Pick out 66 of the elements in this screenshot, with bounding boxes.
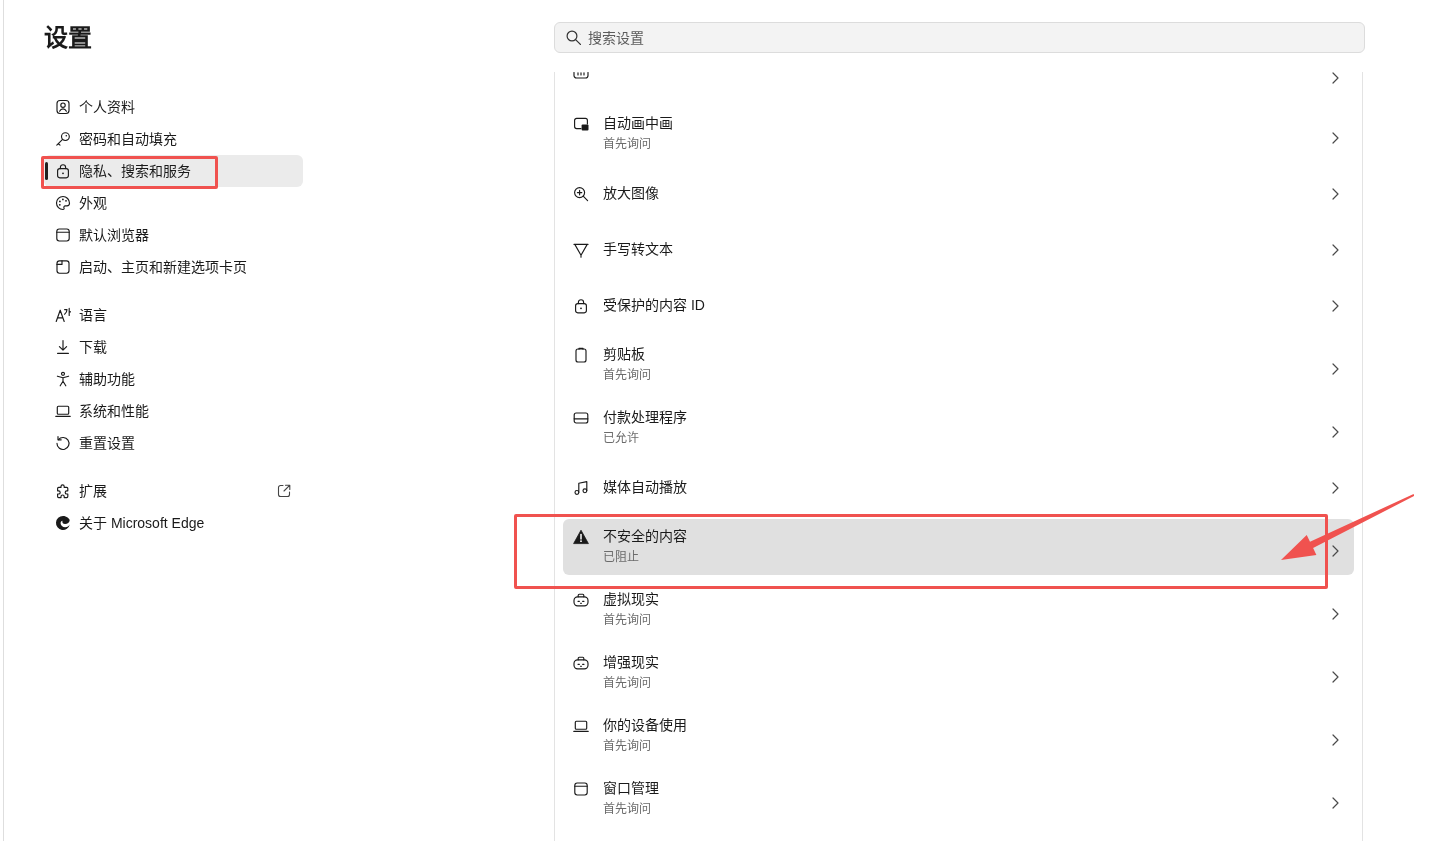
key-icon <box>55 131 71 147</box>
chevron-right-icon <box>1332 132 1339 144</box>
chevron-right-icon <box>1332 187 1339 200</box>
permission-row[interactable]: 不安全的内容 已阻止 <box>563 519 1354 575</box>
warning-icon <box>573 528 589 545</box>
clipboard-icon <box>573 346 589 363</box>
permission-row[interactable]: 媒体自动播放 <box>563 463 1354 512</box>
picture-in-picture-icon <box>573 115 589 132</box>
chevron-right-icon <box>1332 363 1339 375</box>
tab-page-icon <box>55 259 71 275</box>
card-icon <box>573 409 589 426</box>
nav-item[interactable]: 下载 <box>44 331 303 363</box>
nav-item[interactable]: 密码和自动填充 <box>44 123 303 155</box>
chevron-right-icon <box>1332 797 1339 809</box>
puzzle-icon <box>55 483 71 499</box>
permission-row[interactable]: 增强现实 首先询问 <box>563 645 1354 701</box>
nav-item[interactable]: 辅助功能 <box>44 363 303 395</box>
nav-item[interactable]: 外观 <box>44 187 303 219</box>
chevron-right-icon <box>1332 72 1339 84</box>
permission-row[interactable]: 你的设备使用 首先询问 <box>563 708 1354 764</box>
language-icon <box>55 307 71 323</box>
nav-item[interactable]: 个人资料 <box>44 91 303 123</box>
profile-icon <box>55 99 71 115</box>
permission-row[interactable]: 受保护的内容 ID <box>563 281 1354 330</box>
swirl-logo-icon <box>55 515 71 531</box>
chevron-right-icon <box>1332 243 1339 256</box>
reset-icon <box>55 435 71 451</box>
permission-row[interactable]: 手写转文本 <box>563 225 1354 274</box>
search-field[interactable]: 搜索设置 <box>554 22 1365 53</box>
permission-row[interactable]: 剪贴板 首先询问 <box>563 337 1354 393</box>
lock-icon <box>573 297 589 314</box>
headset-icon <box>573 654 589 671</box>
headset-icon <box>573 591 589 608</box>
music-note-icon <box>573 479 589 496</box>
nav-item[interactable]: 扩展 <box>44 475 303 507</box>
chevron-right-icon <box>1332 734 1339 746</box>
accessibility-icon <box>55 371 71 387</box>
permission-row[interactable]: 自动画中画 首先询问 <box>563 106 1354 162</box>
chevron-right-icon <box>1332 608 1339 620</box>
nav-item[interactable]: 关于 Microsoft Edge <box>44 507 303 539</box>
window-icon <box>573 780 589 797</box>
nav-item[interactable]: 隐私、搜索和服务 <box>44 155 303 187</box>
permission-row[interactable]: 虚拟现实 首先询问 <box>563 582 1354 638</box>
pen-nib-icon <box>573 241 589 258</box>
window-icon <box>55 227 71 243</box>
permission-row[interactable]: 放大图像 <box>563 169 1354 218</box>
nav-item[interactable]: 重置设置 <box>44 427 303 459</box>
palette-icon <box>55 195 71 211</box>
document-icon <box>573 72 589 79</box>
laptop-icon <box>55 403 71 419</box>
download-icon <box>55 339 71 355</box>
chevron-right-icon <box>1332 671 1339 683</box>
zoom-in-icon <box>573 185 589 202</box>
permission-row[interactable]: 窗口管理 首先询问 <box>563 771 1354 827</box>
chevron-right-icon <box>1332 299 1339 312</box>
nav-item[interactable]: 启动、主页和新建选项卡页 <box>44 251 303 283</box>
nav-item[interactable]: 默认浏览器 <box>44 219 303 251</box>
search-icon <box>566 30 581 45</box>
page-title: 设置 <box>44 24 92 52</box>
chevron-right-icon <box>1332 545 1339 557</box>
nav-item[interactable]: 系统和性能 <box>44 395 303 427</box>
chevron-right-icon <box>1332 481 1339 494</box>
nav-item[interactable]: 语言 <box>44 299 303 331</box>
permission-row[interactable]: 付款处理程序 已允许 <box>563 400 1354 456</box>
lock-icon <box>55 163 71 179</box>
chevron-right-icon <box>1332 426 1339 438</box>
